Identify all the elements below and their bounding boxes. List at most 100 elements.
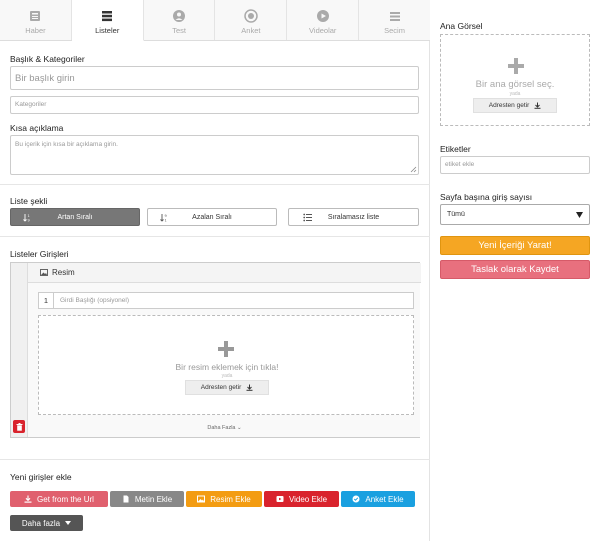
description-textarea[interactable]: Bu içerik için kısa bir açıklama girin. bbox=[10, 135, 419, 175]
tab-test[interactable]: Test bbox=[144, 0, 216, 40]
list-type-descending-button[interactable]: 91 Azalan Sıralı bbox=[147, 208, 277, 226]
resize-handle-icon[interactable] bbox=[410, 166, 417, 173]
title-input[interactable]: Bir başlık girin bbox=[10, 66, 419, 90]
tab-haber[interactable]: Haber bbox=[0, 0, 72, 40]
dropdown-arrow-icon bbox=[576, 212, 583, 218]
video-icon bbox=[276, 496, 284, 502]
sort-descending-icon: 91 bbox=[160, 214, 167, 223]
entry-type-label: Resim bbox=[52, 268, 75, 277]
play-icon bbox=[316, 10, 329, 22]
svg-text:9: 9 bbox=[28, 219, 30, 223]
add-entries-section-heading: Yeni girişler ekle bbox=[10, 472, 72, 482]
list-type-ascending-button[interactable]: 19 Artan Sıralı bbox=[10, 208, 140, 226]
more-entry-types-button[interactable]: Daha fazla bbox=[10, 515, 83, 531]
list-type-unordered-button[interactable]: Sıralamasız liste bbox=[288, 208, 419, 226]
per-page-heading: Sayfa başına giriş sayısı bbox=[440, 192, 533, 202]
button-label: Adresten getir bbox=[488, 102, 530, 109]
caret-down-icon bbox=[65, 521, 72, 525]
entry-content: Resim 1 Girdi Başlığı (opsiyonel) Bir re… bbox=[27, 263, 421, 437]
document-icon bbox=[123, 495, 129, 503]
person-icon bbox=[173, 10, 186, 22]
main-image-url-button[interactable]: Adresten getir bbox=[473, 98, 557, 113]
button-label: Anket Ekle bbox=[365, 494, 404, 504]
create-content-button[interactable]: Yeni İçeriği Yarat! bbox=[440, 236, 590, 255]
download-icon bbox=[246, 384, 253, 391]
add-image-button[interactable]: Resim Ekle bbox=[186, 491, 262, 507]
tab-label: Videolar bbox=[309, 26, 337, 35]
add-text-button[interactable]: Metin Ekle bbox=[110, 491, 184, 507]
tags-heading: Etiketler bbox=[440, 144, 471, 154]
list-type-label: Sıralamasız liste bbox=[327, 213, 380, 221]
image-icon bbox=[197, 495, 206, 503]
svg-text:1: 1 bbox=[165, 219, 167, 223]
check-circle-icon bbox=[352, 495, 360, 503]
tab-label: Haber bbox=[25, 26, 46, 35]
button-label: Adresten getir bbox=[200, 384, 242, 391]
divider bbox=[0, 236, 430, 237]
per-page-select[interactable]: Tümü bbox=[440, 204, 590, 225]
categories-placeholder: Kategoriler bbox=[15, 101, 47, 108]
image-upload-dropzone[interactable]: Bir resim eklemek için tıkla! yada Adres… bbox=[38, 315, 414, 415]
upload-prompt: Bir resim eklemek için tıkla! bbox=[175, 362, 279, 372]
entry-title-row: 1 Girdi Başlığı (opsiyonel) bbox=[38, 292, 414, 309]
tab-videolar[interactable]: Videolar bbox=[287, 0, 360, 40]
entry-card: Resim 1 Girdi Başlığı (opsiyonel) Bir re… bbox=[10, 262, 421, 438]
tab-secim[interactable]: Secim bbox=[359, 0, 430, 40]
description-placeholder: Bu içerik için kısa bir açıklama girin. bbox=[15, 141, 118, 148]
delete-entry-button[interactable] bbox=[13, 420, 25, 433]
download-icon bbox=[534, 102, 541, 109]
tags-placeholder: etiket ekle bbox=[445, 161, 475, 168]
sort-ascending-icon: 19 bbox=[23, 214, 30, 223]
save-draft-button[interactable]: Taslak olarak Kaydet bbox=[440, 260, 590, 279]
list-icon bbox=[102, 11, 113, 22]
newspaper-icon bbox=[30, 11, 41, 21]
title-placeholder: Bir başlık girin bbox=[15, 73, 75, 84]
divider bbox=[0, 184, 430, 185]
button-label: Video Ekle bbox=[288, 494, 328, 504]
button-label: Daha fazla bbox=[21, 518, 61, 528]
tab-listeler[interactable]: Listeler bbox=[71, 0, 144, 41]
entry-number: 1 bbox=[39, 293, 54, 308]
sidebar-panel: Ana Görsel Bir ana görsel seç. yada Adre… bbox=[430, 0, 601, 541]
tab-label: Listeler bbox=[95, 26, 120, 35]
entry-title-input[interactable]: Girdi Başlığı (opsiyonel) bbox=[55, 293, 413, 308]
or-text: yada bbox=[221, 373, 233, 379]
tags-input[interactable]: etiket ekle bbox=[440, 156, 590, 174]
tab-label: Secim bbox=[384, 26, 405, 35]
svg-text:1: 1 bbox=[28, 214, 30, 218]
categories-input[interactable]: Kategoriler bbox=[10, 96, 419, 114]
more-options-label: Daha Fazla bbox=[207, 425, 236, 431]
editor-panel: Haber Listeler Test Anket Videolar Secim… bbox=[0, 0, 430, 541]
list-type-section-heading: Liste şekli bbox=[10, 196, 48, 206]
tab-anket[interactable]: Anket bbox=[215, 0, 288, 40]
image-icon bbox=[40, 269, 48, 276]
bullet-list-icon bbox=[303, 213, 312, 222]
entry-title-placeholder: Girdi Başlığı (opsiyonel) bbox=[60, 297, 129, 304]
get-from-url-button[interactable]: Get from the Url bbox=[10, 491, 108, 507]
divider bbox=[0, 459, 430, 460]
button-label: Taslak olarak Kaydet bbox=[471, 264, 559, 275]
main-image-dropzone[interactable]: Bir ana görsel seç. yada Adresten getir bbox=[440, 34, 590, 126]
main-image-heading: Ana Görsel bbox=[440, 21, 483, 31]
menu-icon bbox=[389, 12, 400, 21]
entries-section-heading: Listeler Girişleri bbox=[10, 249, 69, 259]
button-label: Get from the Url bbox=[37, 494, 94, 504]
more-options-toggle[interactable]: Daha Fazla ⌄ bbox=[28, 425, 421, 431]
add-video-button[interactable]: Video Ekle bbox=[264, 491, 339, 507]
plus-icon bbox=[508, 58, 524, 74]
chevron-down-icon: ⌄ bbox=[237, 425, 242, 431]
button-label: Yeni İçeriği Yarat! bbox=[478, 240, 552, 251]
or-text: yada bbox=[509, 91, 521, 97]
per-page-value: Tümü bbox=[447, 211, 465, 218]
title-section-heading: Başlık & Kategoriler bbox=[10, 54, 85, 64]
tab-label: Test bbox=[172, 26, 186, 35]
svg-text:9: 9 bbox=[165, 214, 167, 218]
content-type-tabs: Haber Listeler Test Anket Videolar Secim bbox=[0, 0, 430, 41]
target-icon bbox=[244, 9, 258, 23]
add-poll-button[interactable]: Anket Ekle bbox=[341, 491, 415, 507]
list-type-label: Artan Sıralı bbox=[57, 213, 93, 221]
tab-label: Anket bbox=[241, 26, 261, 35]
main-image-prompt: Bir ana görsel seç. bbox=[475, 79, 555, 90]
fetch-from-url-button[interactable]: Adresten getir bbox=[185, 380, 269, 395]
entry-header[interactable]: Resim bbox=[28, 263, 421, 283]
